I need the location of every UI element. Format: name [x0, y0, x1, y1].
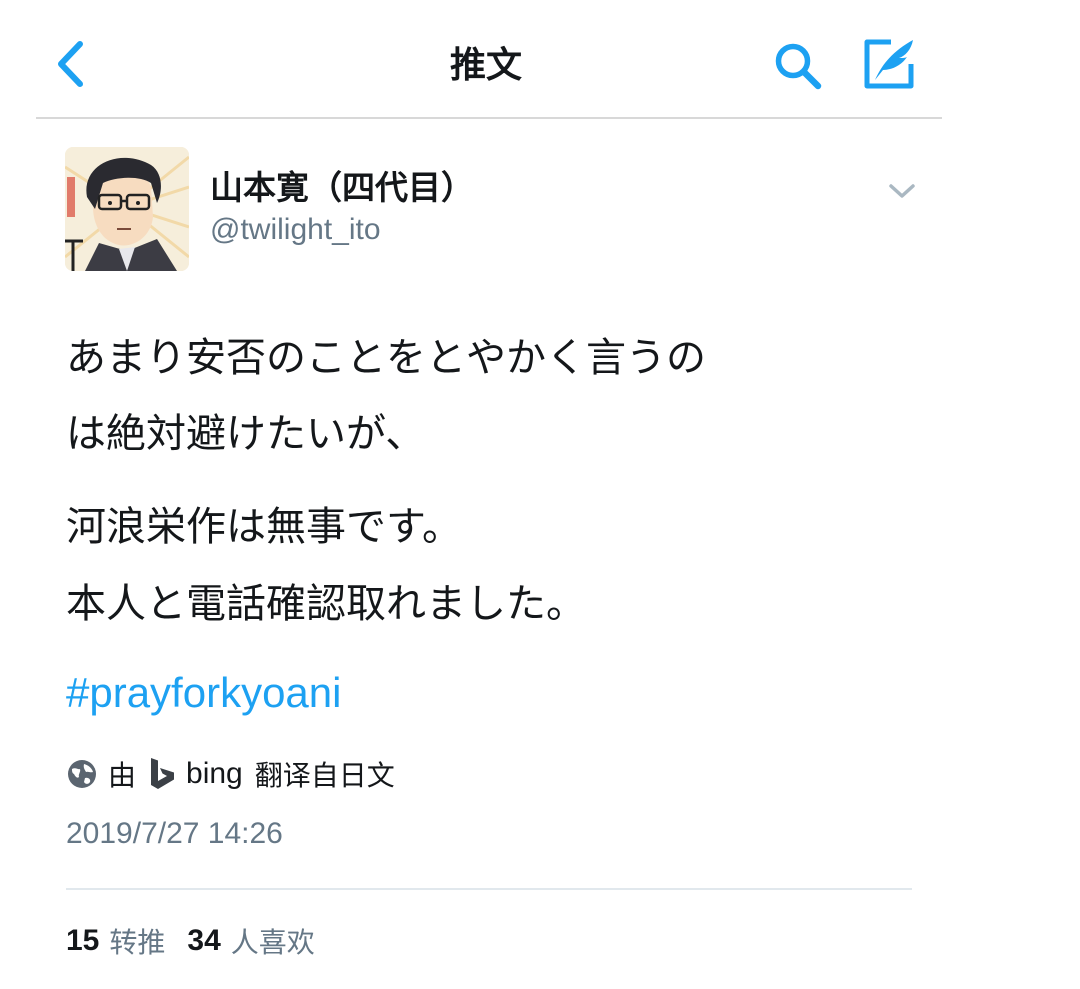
tweet-stats: 15 转推 34 人喜欢: [66, 918, 337, 964]
more-options-button[interactable]: [880, 174, 924, 208]
translation-by-label: 由: [108, 759, 137, 792]
globe-icon: [68, 760, 96, 788]
bing-logo-icon: [151, 758, 175, 789]
translation-attribution[interactable]: 由 bing 翻译自日文: [66, 752, 395, 796]
tweet-text-line: は絶対避けたいが、: [66, 411, 426, 457]
chevron-down-icon: [889, 184, 915, 198]
retweet-count: 15: [66, 924, 100, 957]
tweet-text-line: 河浪栄作は無事です。: [66, 504, 462, 550]
hashtag-link[interactable]: #prayforkyoani: [66, 664, 341, 722]
like-count: 34: [187, 924, 221, 957]
compose-feather-icon: [864, 39, 914, 89]
back-button[interactable]: [48, 36, 92, 92]
translation-source-language: 翻译自日文: [254, 759, 395, 792]
tweet-timestamp: 2019/7/27 14:26: [66, 817, 283, 850]
chevron-left-icon: [58, 41, 83, 87]
compose-button[interactable]: [856, 34, 922, 94]
tweet-text-line: あまり安否のことをとやかく言うの: [66, 335, 706, 381]
display-name[interactable]: 山本寛（四代目）: [210, 166, 474, 210]
search-button[interactable]: [768, 38, 828, 94]
like-label: 人喜欢: [230, 926, 315, 959]
tweet-text-line: 本人と電話確認取れました。: [66, 581, 586, 627]
user-handle[interactable]: @twilight_ito: [210, 210, 381, 250]
translation-provider: bing: [186, 757, 243, 790]
search-icon: [775, 43, 822, 90]
header-divider: [36, 117, 942, 119]
retweet-label: 转推: [109, 926, 166, 959]
likes-stat[interactable]: 34 人喜欢: [187, 921, 336, 961]
stats-divider: [66, 888, 912, 890]
page-title: 推文: [449, 45, 522, 86]
avatar[interactable]: [65, 147, 189, 271]
retweets-stat[interactable]: 15 转推: [66, 921, 187, 961]
avatar-illustration: [65, 147, 189, 271]
